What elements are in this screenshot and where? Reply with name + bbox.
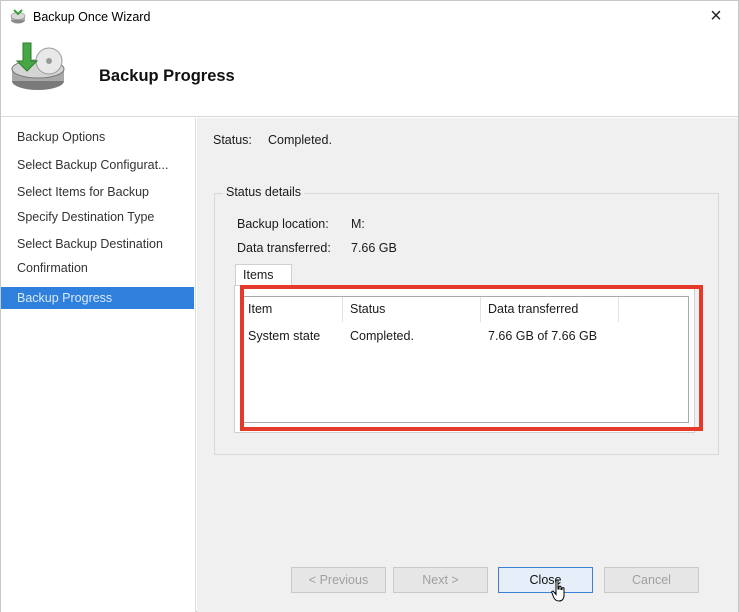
data-transferred-value: 7.66 GB bbox=[351, 241, 397, 255]
table-cell-status: Completed. bbox=[350, 329, 414, 343]
sidebar-item-select-items-for-backup[interactable]: Select Items for Backup bbox=[1, 181, 194, 203]
status-details-legend: Status details bbox=[223, 185, 305, 199]
sidebar-item-select-backup-configuration[interactable]: Select Backup Configurat... bbox=[1, 154, 194, 176]
sidebar-item-specify-destination-type[interactable]: Specify Destination Type bbox=[1, 206, 194, 228]
column-header-data-transferred[interactable]: Data transferred bbox=[481, 297, 619, 322]
cancel-button[interactable]: Cancel bbox=[604, 567, 699, 593]
backup-app-icon bbox=[10, 9, 26, 24]
backup-location-label: Backup location: bbox=[237, 217, 329, 231]
tab-items[interactable]: Items bbox=[235, 264, 292, 286]
sidebar-item-select-backup-destination[interactable]: Select Backup Destination bbox=[1, 233, 194, 255]
column-header-item[interactable]: Item bbox=[241, 297, 343, 322]
next-button[interactable]: Next > bbox=[393, 567, 488, 593]
sidebar-item-confirmation[interactable]: Confirmation bbox=[1, 257, 194, 279]
table-cell-data-transferred: 7.66 GB of 7.66 GB bbox=[488, 329, 598, 343]
wizard-window: Backup Once Wizard × Backup Progress Bac… bbox=[0, 0, 739, 612]
data-transferred-label: Data transferred: bbox=[237, 241, 331, 255]
close-window-button[interactable]: × bbox=[696, 1, 736, 31]
items-table[interactable]: Item Status Data transferred System stat… bbox=[240, 296, 689, 423]
status-value: Completed. bbox=[268, 133, 332, 147]
items-tab-panel: Item Status Data transferred System stat… bbox=[234, 285, 695, 433]
window-title: Backup Once Wizard bbox=[33, 10, 151, 24]
wizard-content: Status: Completed. Status details Backup… bbox=[197, 118, 738, 612]
status-label: Status: bbox=[213, 133, 252, 147]
wizard-header: Backup Progress bbox=[1, 33, 738, 117]
title-bar: Backup Once Wizard × bbox=[1, 1, 738, 33]
close-button[interactable]: Close bbox=[498, 567, 593, 593]
table-cell-item: System state bbox=[248, 329, 321, 343]
backup-location-value: M: bbox=[351, 217, 365, 231]
sidebar-item-backup-progress[interactable]: Backup Progress bbox=[1, 287, 194, 309]
column-header-status[interactable]: Status bbox=[343, 297, 481, 322]
backup-drive-icon bbox=[11, 42, 65, 90]
previous-button[interactable]: < Previous bbox=[291, 567, 386, 593]
page-title: Backup Progress bbox=[99, 67, 235, 85]
mouse-pointer-icon bbox=[551, 579, 565, 602]
wizard-steps-sidebar: Backup Options Select Backup Configurat.… bbox=[1, 118, 196, 612]
sidebar-item-backup-options[interactable]: Backup Options bbox=[1, 126, 194, 148]
